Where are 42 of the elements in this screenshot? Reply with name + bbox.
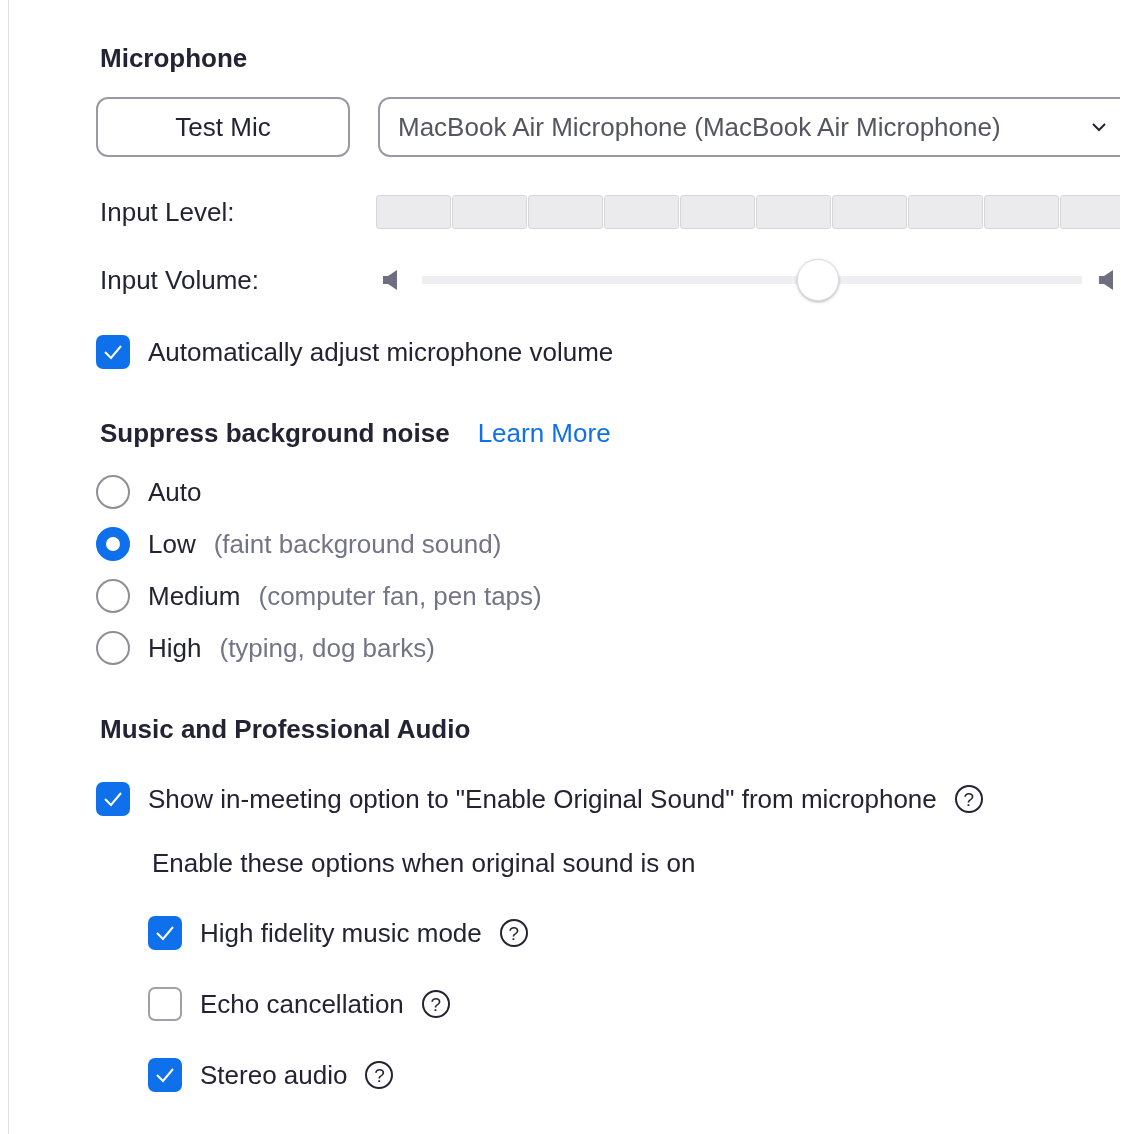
speaker-icon — [1098, 269, 1116, 291]
radio-label: High — [148, 632, 202, 664]
checkmark-icon — [155, 1067, 175, 1083]
checkbox-label: Show in-meeting option to "Enable Original Sound" from microphone — [148, 783, 937, 815]
checkbox[interactable] — [148, 987, 182, 1021]
radio-label: Medium — [148, 580, 241, 612]
test-mic-button[interactable]: Test Mic — [96, 97, 350, 157]
input-volume-label: Input Volume: — [100, 264, 260, 296]
slider-thumb[interactable] — [797, 259, 839, 301]
speaker-icon — [382, 269, 400, 291]
radio-button[interactable] — [96, 631, 130, 665]
radio-hint: (computer fan, pen taps) — [258, 580, 542, 612]
checkmark-icon — [155, 925, 175, 941]
checkbox[interactable] — [148, 1058, 182, 1092]
checkbox-label: High fidelity music mode — [200, 917, 482, 949]
radio-label: Low — [148, 528, 196, 560]
checkbox-label: Stereo audio — [200, 1059, 348, 1091]
checkmark-icon — [103, 791, 123, 807]
radio-hint: (typing, dog barks) — [219, 632, 435, 664]
device-dropdown[interactable]: MacBook Air Microphone (MacBook Air Microphone) — [378, 97, 1120, 157]
section-heading: Music and Professional Audio — [100, 713, 471, 745]
help-icon[interactable]: ? — [499, 919, 528, 947]
checkbox[interactable] — [148, 916, 182, 950]
checkbox[interactable] — [96, 782, 130, 816]
radio-hint: (faint background sound) — [213, 528, 502, 560]
section-heading: Suppress background noise — [100, 417, 450, 449]
radio-button[interactable] — [96, 527, 130, 561]
radio-button[interactable] — [96, 579, 130, 613]
radio-button[interactable] — [96, 475, 130, 509]
subsection-text: Enable these options when original sound is on — [152, 847, 696, 879]
checkbox[interactable] — [96, 335, 130, 369]
checkmark-icon — [103, 344, 123, 360]
section-heading: Microphone — [100, 42, 248, 74]
checkbox-label: Echo cancellation — [200, 988, 404, 1020]
help-icon[interactable]: ? — [365, 1061, 394, 1089]
input-level-label: Input Level: — [100, 196, 236, 228]
help-icon[interactable]: ? — [954, 785, 983, 813]
learn-more-link[interactable]: Learn More — [477, 417, 611, 449]
checkbox-label: Automatically adjust microphone volume — [148, 336, 614, 368]
radio-label: Auto — [148, 476, 202, 508]
chevron-down-icon — [1092, 122, 1106, 132]
help-icon[interactable]: ? — [421, 990, 450, 1018]
